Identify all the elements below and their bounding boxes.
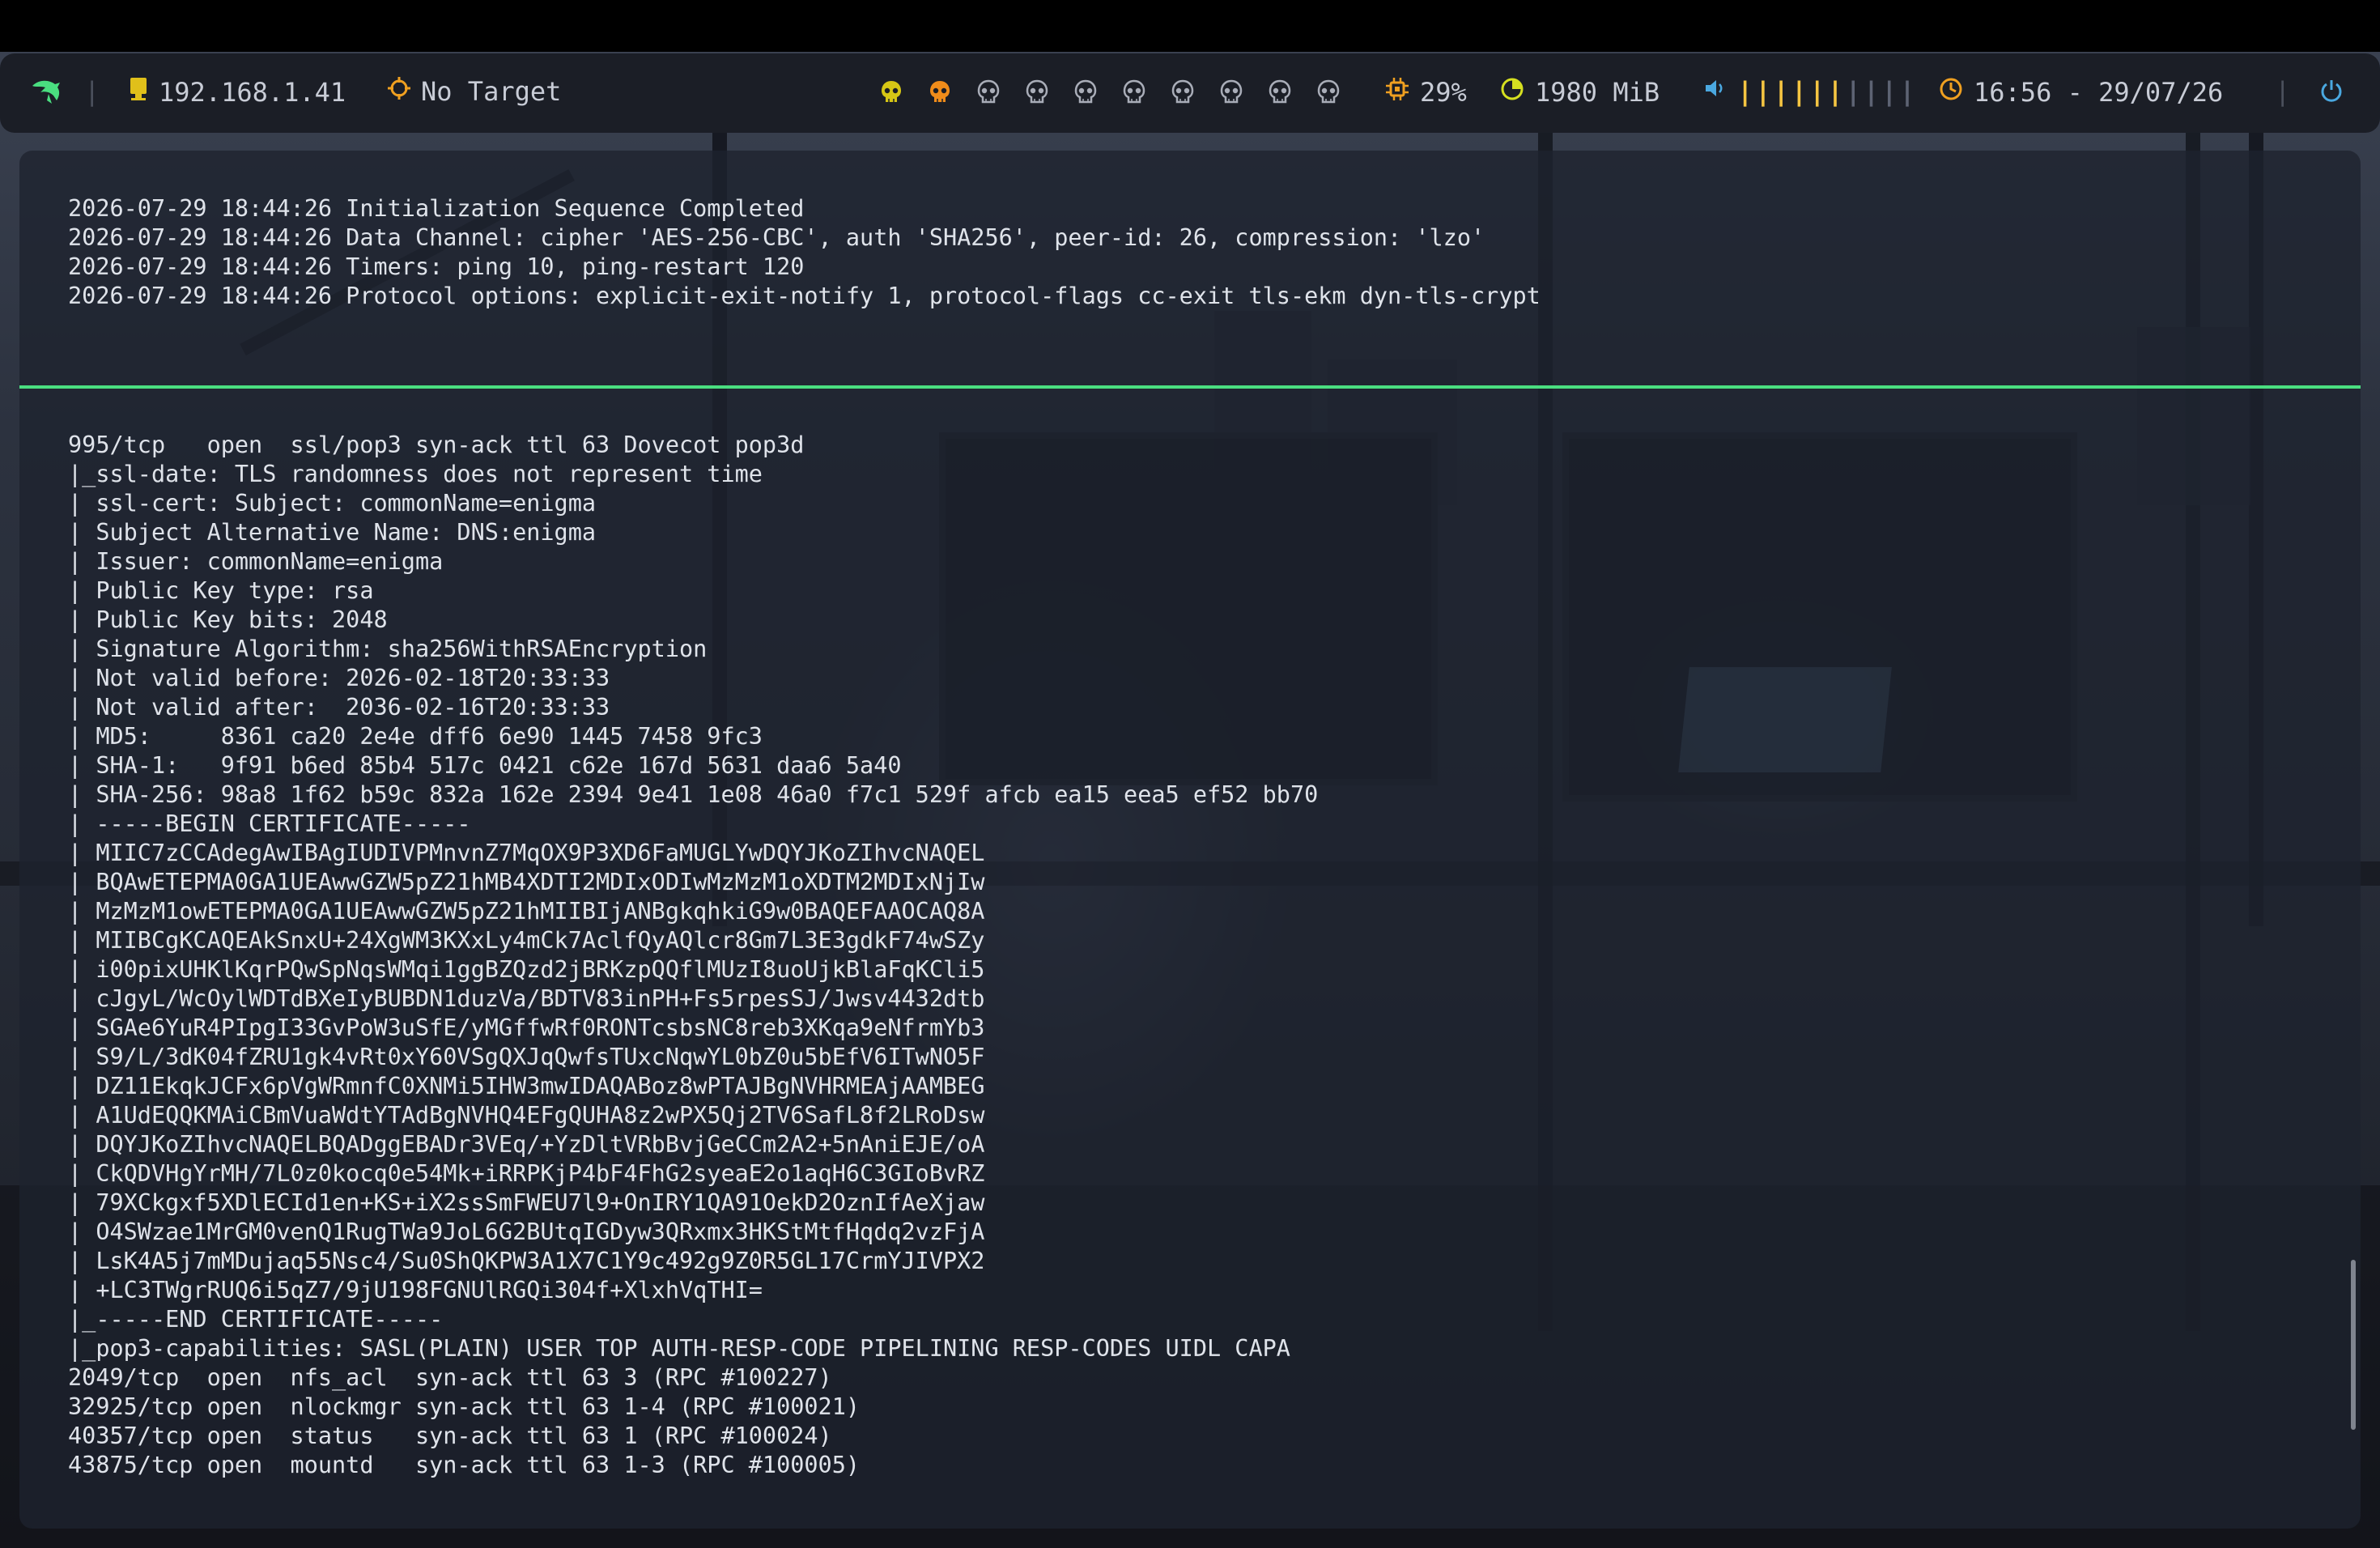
volume-tick: | [1737,76,1756,107]
terminal-line: |_pop3-capabilities: SASL(PLAIN) USER TO… [68,1335,1290,1362]
memory-pie-icon [1499,76,1525,108]
launcher-button[interactable] [31,78,63,113]
terminal-line: 40357/tcp open status syn-ack ttl 63 1 (… [68,1423,832,1449]
terminal-line: | Signature Algorithm: sha256WithRSAEncr… [68,636,708,662]
terminal-line: | Public Key type: rsa [68,577,374,604]
terminal-line: | ssl-cert: Subject: commonName=enigma [68,490,597,517]
clock-icon [1938,76,1964,108]
volume-tick: | [1899,76,1918,107]
terminal-line: 2049/tcp open nfs_acl syn-ack ttl 63 3 (… [68,1364,832,1391]
crosshair-icon [387,76,411,107]
cpu-usage: 29% [1420,77,1467,108]
dragon-icon [31,78,63,113]
volume-tick: | [1809,76,1828,107]
terminal-line: 2026-07-29 18:44:26 Initialization Seque… [68,195,805,222]
terminal-line: | Not valid after: 2036-02-16T20:33:33 [68,694,610,721]
status-bar: | 192.168.1.41 No Target 29% 1980 MiB ||… [0,53,2380,133]
target-widget[interactable]: No Target [387,76,561,107]
terminal-line: | Issuer: commonName=enigma [68,548,444,575]
workspace-switcher [879,79,1341,112]
terminal-line: | A1UdEQQKMAiCBmVuaWdtYTAdBgNVHQ4EFgQUHA… [68,1102,985,1129]
workspace-2-skull-icon[interactable] [928,79,952,112]
power-icon [2318,78,2344,110]
cpu-widget[interactable]: 29% [1384,76,1467,108]
terminal-line: | O4SWzae1MrGM0venQ1RugTWa9JoL6G2BUtqIGD… [68,1218,985,1245]
terminal-line: | i00pixUHKlKqrPQwSpNqsWMqi1ggBZQzd2jBRK… [68,956,985,983]
terminal-pane-top[interactable]: 2026-07-29 18:44:26 Initialization Seque… [19,151,2361,387]
terminal-pane-bottom[interactable]: 995/tcp open ssl/pop3 syn-ack ttl 63 Dov… [19,389,2361,1529]
terminal-line: | CkQDVHgYrMH/7L0z0kocq0e54Mk+iRRPKjP4bF… [68,1160,985,1187]
terminal-line: | Public Key bits: 2048 [68,606,388,633]
volume-widget[interactable]: |||||||||| [1703,76,1918,107]
terminal-line: | LsK4A5j7mMDujaq55Nsc4/Su0ShQKPW3A1X7C1… [68,1248,985,1274]
terminal-line: | -----BEGIN CERTIFICATE----- [68,810,471,837]
clock-widget[interactable]: 16:56 - 29/07/26 [1938,76,2223,108]
terminal-line: | cJgyL/WcOylWDTdBXeIyBUBDN1duzVa/BDTV83… [68,985,985,1012]
terminal-line: | SHA-256: 98a8 1f62 b59c 832a 162e 2394… [68,781,1319,808]
workspace-1-skull-icon[interactable] [879,79,903,112]
terminal-line: 43875/tcp open mountd syn-ack ttl 63 1-3… [68,1452,861,1478]
volume-tick: | [1845,76,1864,107]
terminal-line: 2026-07-29 18:44:26 Protocol options: ex… [68,283,1541,309]
terminal-line: | S9/L/3dK04fZRU1gk4vRt0xY60VSgQXJqQwfsT… [68,1044,985,1070]
workspace-8-skull-icon[interactable] [1219,79,1243,112]
computer-icon [128,76,149,108]
terminal-line: | 79XCkgxf5XDlECId1en+KS+iX2ssSmFWEU7l9+… [68,1189,985,1216]
volume-tick: | [1827,76,1846,107]
volume-tick: | [1791,76,1810,107]
terminal-line: | Not valid before: 2026-02-18T20:33:33 [68,665,610,691]
target-label: No Target [421,76,562,107]
volume-tick: | [1755,76,1774,107]
terminal-line: | SHA-1: 9f91 b6ed 85b4 517c 0421 c62e 1… [68,752,902,779]
terminal-line: 2026-07-29 18:44:26 Timers: ping 10, pin… [68,253,805,280]
volume-tick: | [1863,76,1882,107]
ip-address: 192.168.1.41 [159,77,346,108]
terminal-line: | SGAe6YuR4PIpgI33GvPoW3uSfE/yMGffwRf0RO… [68,1014,985,1041]
memory-usage: 1980 MiB [1535,77,1660,108]
cpu-icon [1384,76,1410,108]
terminal-line: | Subject Alternative Name: DNS:enigma [68,519,597,546]
workspace-10-skull-icon[interactable] [1316,79,1341,112]
terminal-line: | MIIBCgKCAQEAkSnxU+24XgWM3KXxLy4mCk7Acl… [68,927,985,954]
terminal-line: | MD5: 8361 ca20 2e4e dff6 6e90 1445 745… [68,723,763,750]
workspace-4-skull-icon[interactable] [1025,79,1049,112]
workspace-9-skull-icon[interactable] [1268,79,1292,112]
terminal-line: 2026-07-29 18:44:26 Data Channel: cipher… [68,224,1485,251]
terminal-line: | +LC3TWgrRUQ6i5qZ7/9jU198FGNUlRGQi304f+… [68,1277,763,1303]
ip-widget[interactable]: 192.168.1.41 [128,76,346,108]
separator: | [2275,76,2291,107]
workspace-7-skull-icon[interactable] [1171,79,1195,112]
memory-widget[interactable]: 1980 MiB [1499,76,1660,108]
separator: | [84,76,100,107]
terminal-line: | MIIC7zCCAdegAwIBAgIUDIVPMnvnZ7MqOX9P3X… [68,840,985,866]
terminal-line: 995/tcp open ssl/pop3 syn-ack ttl 63 Dov… [68,432,805,458]
workspace-6-skull-icon[interactable] [1122,79,1146,112]
terminal-scrollbar[interactable] [2351,1260,2356,1430]
volume-level-bar[interactable]: |||||||||| [1737,76,1918,107]
terminal-line: |_ssl-date: TLS randomness does not repr… [68,461,763,487]
terminal-line: | DZ11EkqkJCFx6pVgWRmnfC0XNMi5IHW3mwIDAQ… [68,1073,985,1099]
workspace-5-skull-icon[interactable] [1073,79,1098,112]
terminal-line: | MzMzM1owETEPMA0GA1UEAwwGZW5pZ21hMIIBIj… [68,898,985,925]
terminal-line: | BQAwETEPMA0GA1UEAwwGZW5pZ21hMB4XDTI2MD… [68,869,985,895]
clock-text: 16:56 - 29/07/26 [1974,77,2224,108]
volume-tick: | [1773,76,1791,107]
speaker-icon [1703,76,1728,107]
terminal-line: |_-----END CERTIFICATE----- [68,1306,444,1333]
terminal-line: 32925/tcp open nlockmgr syn-ack ttl 63 1… [68,1393,861,1420]
power-button[interactable] [2318,78,2344,110]
workspace-3-skull-icon[interactable] [976,79,1001,112]
terminal-line: | DQYJKoZIhvcNAQELBQADggEBADr3VEq/+YzDlt… [68,1131,985,1158]
volume-tick: | [1881,76,1900,107]
